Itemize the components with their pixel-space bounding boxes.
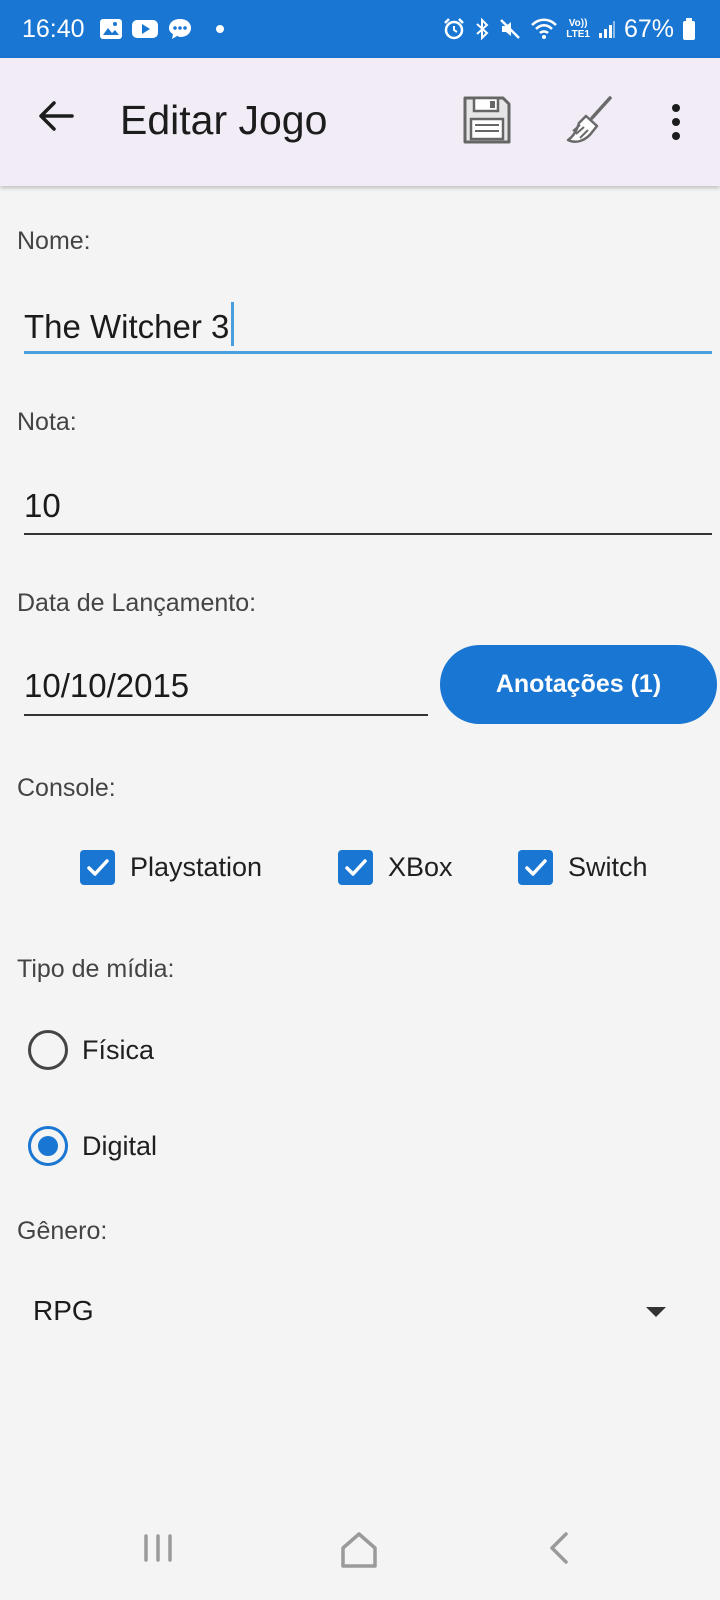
gallery-icon bbox=[99, 18, 123, 40]
release-date-underline bbox=[24, 714, 428, 716]
genre-spinner[interactable]: RPG bbox=[0, 1285, 720, 1341]
checkbox-label: Switch bbox=[568, 852, 648, 882]
recents-icon[interactable] bbox=[140, 1530, 176, 1571]
checkbox-switch[interactable]: Switch bbox=[518, 850, 648, 885]
checkbox-checked-icon bbox=[338, 850, 373, 885]
more-vertical-icon[interactable] bbox=[658, 102, 694, 142]
wifi-icon bbox=[530, 17, 558, 41]
checkbox-label: Playstation bbox=[130, 852, 263, 882]
name-field-value: The Witcher 3 bbox=[24, 308, 230, 345]
radio-unchecked-icon bbox=[28, 1030, 68, 1070]
battery-percent: 67% bbox=[623, 14, 674, 43]
checkbox-xbox[interactable]: XBox bbox=[338, 850, 453, 885]
release-date-label: Data de Lançamento: bbox=[17, 589, 257, 617]
alarm-icon bbox=[442, 17, 466, 41]
broom-icon[interactable] bbox=[564, 94, 618, 148]
rating-field[interactable]: 10 bbox=[24, 487, 61, 525]
rating-field-underline bbox=[24, 533, 712, 535]
dot-icon bbox=[215, 24, 225, 34]
checkbox-playstation[interactable]: Playstation bbox=[80, 850, 262, 885]
checkbox-checked-icon bbox=[518, 850, 553, 885]
lte-label-bottom: LTE1 bbox=[566, 29, 590, 40]
bluetooth-icon bbox=[474, 17, 490, 41]
status-bar: 16:40 Vo)) LTE1 67% bbox=[0, 0, 720, 58]
back-icon[interactable] bbox=[34, 94, 78, 138]
rating-label: Nota: bbox=[17, 408, 77, 436]
radio-label: Digital bbox=[82, 1130, 158, 1161]
radio-fisica[interactable]: Física bbox=[28, 1030, 154, 1070]
youtube-icon bbox=[131, 18, 159, 40]
save-icon[interactable] bbox=[461, 94, 513, 146]
signal-icon bbox=[598, 19, 616, 39]
name-label: Nome: bbox=[17, 227, 91, 255]
back-nav-icon[interactable] bbox=[546, 1530, 574, 1571]
name-field-underline bbox=[24, 351, 712, 354]
mute-icon bbox=[498, 17, 522, 41]
status-left: 16:40 bbox=[22, 15, 225, 44]
system-nav-bar bbox=[0, 1510, 720, 1600]
release-date-field[interactable]: 10/10/2015 bbox=[24, 667, 189, 705]
lte-label-top: Vo)) bbox=[568, 18, 588, 29]
console-label: Console: bbox=[17, 774, 116, 802]
radio-checked-icon bbox=[28, 1126, 68, 1166]
radio-label: Física bbox=[82, 1034, 155, 1065]
status-right: Vo)) LTE1 67% bbox=[442, 15, 696, 44]
radio-digital[interactable]: Digital bbox=[28, 1126, 157, 1166]
chat-icon bbox=[167, 17, 193, 41]
checkbox-checked-icon bbox=[80, 850, 115, 885]
name-field[interactable]: The Witcher 3 bbox=[24, 302, 235, 346]
app-bar: Editar Jogo bbox=[0, 58, 720, 186]
checkbox-label: XBox bbox=[388, 852, 453, 882]
page-title: Editar Jogo bbox=[120, 97, 328, 143]
clock: 16:40 bbox=[22, 14, 85, 43]
text-cursor bbox=[231, 302, 235, 346]
notes-button[interactable]: Anotações (1) bbox=[440, 645, 717, 724]
dropdown-arrow-icon bbox=[646, 1307, 666, 1317]
home-icon[interactable] bbox=[338, 1530, 380, 1575]
genre-selected-value: RPG bbox=[33, 1295, 94, 1326]
genre-label: Gênero: bbox=[17, 1217, 108, 1245]
battery-icon bbox=[682, 17, 696, 41]
lte-icon: Vo)) LTE1 bbox=[566, 18, 590, 40]
media-type-label: Tipo de mídia: bbox=[17, 955, 175, 983]
